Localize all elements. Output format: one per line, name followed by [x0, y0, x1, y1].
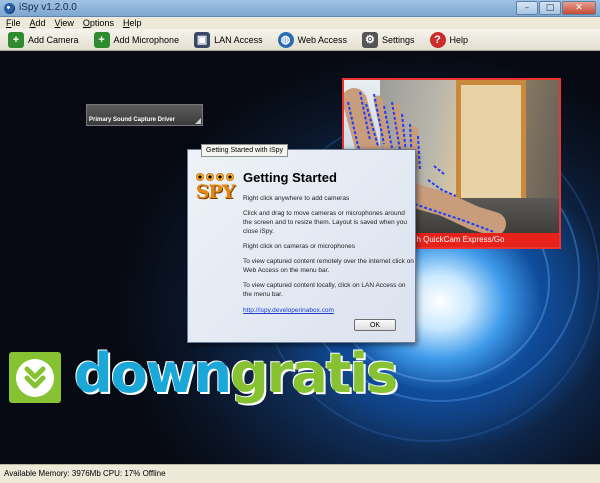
dialog-title-tab[interactable]: Getting Started with iSpy — [201, 144, 289, 157]
website-link[interactable]: http://ispy.developerinabox.com — [243, 307, 334, 314]
gear-icon: ⚙ — [361, 31, 378, 48]
lan-access-label: LAN Access — [214, 34, 263, 45]
dialog-heading: Getting Started — [243, 170, 337, 185]
watermark-gratis: gratis — [230, 342, 398, 405]
camera-icon: + — [8, 31, 24, 48]
web-access-button[interactable]: ◍ Web Access — [277, 31, 347, 48]
toolbar: + Add Camera + Add Microphone ▣ LAN Acce… — [0, 29, 600, 51]
add-microphone-label: Add Microphone — [113, 34, 180, 45]
window-title: iSpy v1.2.0.0 — [19, 2, 77, 13]
dialog-paragraph: Right click anywhere to add cameras — [243, 195, 350, 202]
settings-button[interactable]: ⚙ Settings — [361, 31, 415, 48]
menu-view[interactable]: View — [55, 18, 74, 28]
globe-icon: ◍ — [277, 31, 294, 48]
status-bar: Available Memory: 3976Mb CPU: 17% Offlin… — [0, 464, 600, 483]
help-icon: ? — [429, 31, 446, 48]
dialog-paragraph: Click and drag to move cameras or microp… — [243, 210, 408, 235]
watermark-down: down — [74, 342, 232, 405]
download-logo — [9, 352, 61, 403]
settings-label: Settings — [381, 34, 415, 45]
dialog-paragraph: To view captured content locally, click … — [243, 282, 406, 298]
logo-text: SPY — [195, 181, 236, 203]
window-controls: – □ ✕ — [516, 1, 596, 15]
maximize-button[interactable]: □ — [539, 1, 561, 15]
microphone-label: Primary Sound Capture Driver — [89, 117, 176, 123]
close-button[interactable]: ✕ — [562, 1, 596, 15]
help-button[interactable]: ? Help — [429, 31, 469, 48]
minimize-button[interactable]: – — [516, 1, 538, 15]
web-access-label: Web Access — [297, 34, 347, 45]
menu-options[interactable]: Options — [83, 18, 114, 28]
resize-grip-icon[interactable] — [195, 118, 201, 124]
lan-icon: ▣ — [194, 31, 211, 48]
dialog-paragraph: To view captured content remotely over t… — [243, 258, 414, 274]
lan-access-button[interactable]: ▣ LAN Access — [194, 31, 263, 48]
add-microphone-button[interactable]: + Add Microphone — [93, 31, 180, 48]
microphone-icon: + — [93, 31, 110, 48]
dialog-paragraph: Right click on cameras or microphones — [243, 243, 355, 250]
add-camera-button[interactable]: + Add Camera — [8, 31, 79, 48]
menu-file[interactable]: File — [6, 18, 21, 28]
watermark-text: downgratis — [74, 342, 398, 405]
microphone-tile[interactable]: Primary Sound Capture Driver — [86, 104, 203, 126]
dialog-body: Right click anywhere to add cameras Clic… — [243, 194, 415, 305]
download-arrow-icon — [16, 359, 54, 397]
menu-bar: File Add View Options Help — [0, 17, 600, 29]
add-camera-label: Add Camera — [28, 34, 79, 45]
ispy-logo: SPY — [195, 170, 235, 214]
help-label: Help — [449, 34, 469, 45]
ok-button[interactable]: OK — [354, 319, 396, 331]
getting-started-dialog: Getting Started with iSpy SPY Getting St… — [187, 144, 416, 343]
eye-icon — [195, 173, 235, 181]
app-icon — [4, 3, 15, 14]
title-bar: iSpy v1.2.0.0 – □ ✕ — [0, 0, 600, 17]
menu-help[interactable]: Help — [123, 18, 142, 28]
menu-add[interactable]: Add — [30, 18, 46, 28]
